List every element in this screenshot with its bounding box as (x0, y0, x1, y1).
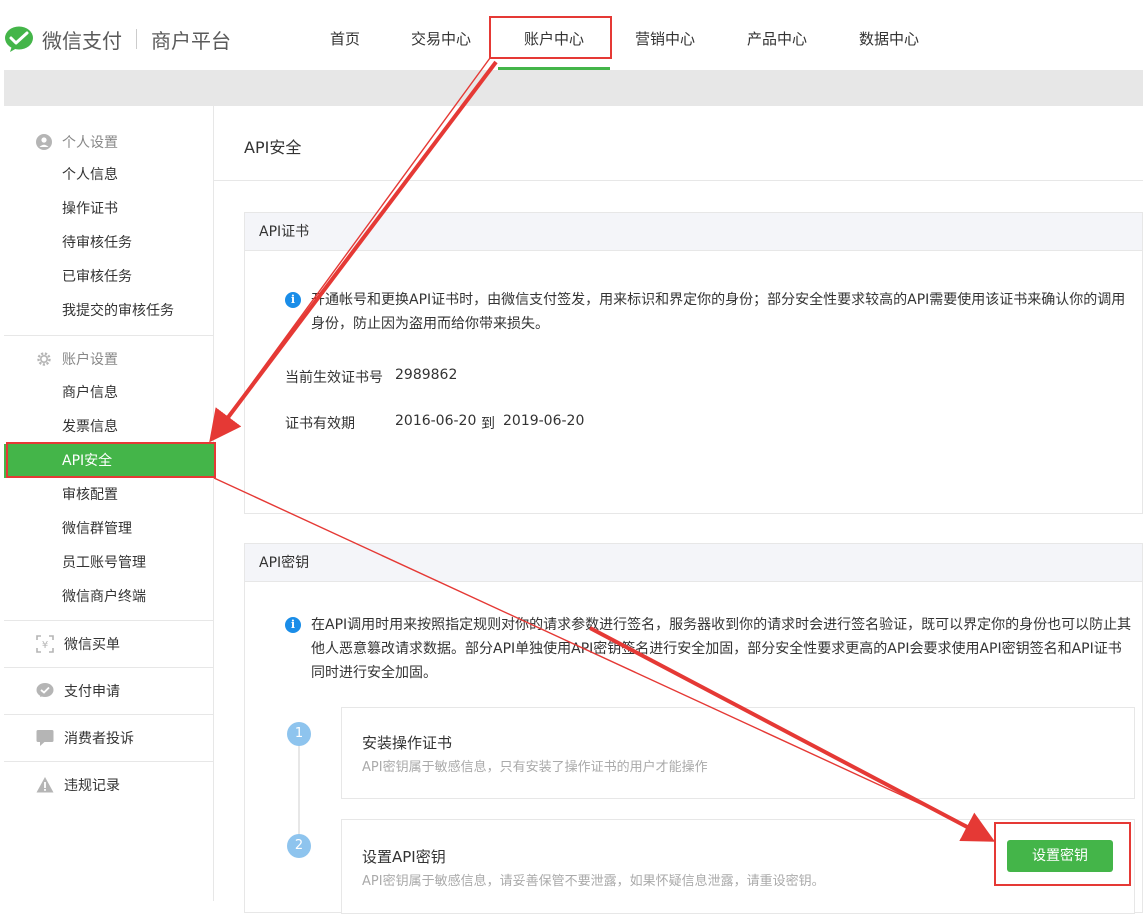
sidebar-group-personal-label: 个人设置 (62, 135, 118, 151)
step-1-card: 安装操作证书 API密钥属于敏感信息，只有安装了操作证书的用户才能操作 (341, 707, 1135, 799)
sidebar-item-review-config[interactable]: 审核配置 (4, 478, 214, 512)
sidebar-divider (4, 620, 214, 621)
sidebar-item-pay-apply[interactable]: 支付申请 (4, 681, 214, 701)
page-title: API安全 (244, 138, 302, 157)
sidebar-item-wechat-buy[interactable]: ¥ 微信买单 (4, 634, 214, 654)
chat-check-icon (36, 683, 54, 697)
svg-text:¥: ¥ (42, 640, 48, 651)
sidebar-item-my-submitted[interactable]: 我提交的审核任务 (4, 294, 214, 328)
sidebar-item-merchant-info[interactable]: 商户信息 (4, 376, 214, 410)
cert-validity-to: 2019-06-20 (503, 413, 585, 429)
sidebar-divider (4, 335, 214, 336)
sidebar-divider (4, 761, 214, 762)
sidebar-item-staff-accounts[interactable]: 员工账号管理 (4, 546, 214, 580)
api-cert-description: 开通帐号和更换API证书时，由微信支付签发，用来标识和界定你的身份；部分安全性要… (311, 288, 1141, 336)
api-cert-panel-title: API证书 (245, 213, 1142, 251)
sidebar-item-operation-cert[interactable]: 操作证书 (4, 192, 214, 226)
api-cert-desc-line2: 身份，防止因为盗用而给你带来损失。 (311, 316, 549, 332)
nav-marketing[interactable]: 营销中心 (624, 0, 706, 70)
sidebar-group-personal: 个人设置 (4, 132, 214, 152)
sidebar-item-wechat-buy-label: 微信买单 (64, 637, 120, 653)
sidebar: 个人设置 个人信息 操作证书 待审核任务 已审核任务 我提交的审核任务 账户设置… (4, 106, 214, 901)
info-icon: i (285, 292, 301, 308)
sidebar-item-personal-info[interactable]: 个人信息 (4, 158, 214, 192)
step-2-title: 设置API密钥 (362, 848, 446, 866)
cert-number-value: 2989862 (395, 367, 458, 383)
step-2-badge: 2 (287, 834, 311, 858)
sidebar-item-complaint[interactable]: 消费者投诉 (4, 728, 214, 748)
sidebar-item-violation[interactable]: 违规记录 (4, 775, 214, 795)
gear-icon (37, 352, 51, 366)
sidebar-item-merchant-terminal[interactable]: 微信商户终端 (4, 580, 214, 614)
highlight-set-key-button (994, 822, 1131, 886)
step-1-badge: 1 (287, 722, 311, 746)
cert-number-label: 当前生效证书号 (285, 370, 383, 386)
brand-name: 微信支付 (42, 28, 122, 53)
message-icon (36, 730, 54, 746)
nav-home[interactable]: 首页 (310, 0, 380, 70)
sidebar-divider (4, 667, 214, 668)
wechat-pay-icon (5, 26, 33, 52)
sidebar-item-reviewed[interactable]: 已审核任务 (4, 260, 214, 294)
highlight-account-center (489, 16, 612, 59)
info-icon: i (285, 617, 301, 633)
sidebar-item-wechat-group[interactable]: 微信群管理 (4, 512, 214, 546)
step-1-title: 安装操作证书 (362, 734, 453, 752)
brand-subtitle: 商户平台 (151, 28, 231, 53)
nav-products[interactable]: 产品中心 (736, 0, 818, 70)
warning-icon (36, 777, 54, 793)
api-key-panel-title: API密钥 (245, 544, 1142, 582)
api-key-description: 在API调用时用来按照指定规则对你的请求参数进行签名，服务器收到你的请求时会进行… (311, 613, 1141, 685)
nav-transactions[interactable]: 交易中心 (400, 0, 482, 70)
scan-icon: ¥ (36, 635, 54, 653)
nav-data[interactable]: 数据中心 (848, 0, 930, 70)
sidebar-group-account: 账户设置 (4, 349, 214, 369)
user-icon (36, 134, 52, 150)
api-key-desc-line1: 在API调用时用来按照指定规则对你的请求参数进行签名，服务器收到你的请求时会进行… (311, 617, 1132, 633)
step-connector (298, 744, 300, 844)
brand-divider (136, 29, 137, 49)
sidebar-divider (4, 714, 214, 715)
sidebar-group-account-label: 账户设置 (62, 352, 118, 368)
sidebar-item-pay-apply-label: 支付申请 (64, 684, 120, 700)
sidebar-item-invoice-info[interactable]: 发票信息 (4, 410, 214, 444)
brand-logo[interactable]: 微信支付 商户平台 (4, 24, 231, 54)
main-content: API安全 API证书 i 开通帐号和更换API证书时，由微信支付签发，用来标识… (214, 106, 1143, 914)
sidebar-item-violation-label: 违规记录 (64, 778, 120, 794)
cert-validity-label: 证书有效期 (285, 416, 355, 432)
sidebar-item-pending-review[interactable]: 待审核任务 (4, 226, 214, 260)
api-cert-desc-line1: 开通帐号和更换API证书时，由微信支付签发，用来标识和界定你的身份；部分安全性要… (311, 292, 1126, 308)
api-cert-panel: API证书 i 开通帐号和更换API证书时，由微信支付签发，用来标识和界定你的身… (244, 212, 1143, 514)
step-1-description: API密钥属于敏感信息，只有安装了操作证书的用户才能操作 (362, 760, 708, 775)
step-2-description: API密钥属于敏感信息，请妥善保管不要泄露，如果怀疑信息泄露，请重设密钥。 (362, 874, 825, 889)
api-key-desc-line3: 同时进行安全加固。 (311, 665, 437, 681)
cert-validity-to-word: 到 (481, 416, 495, 432)
highlight-api-security (6, 442, 216, 478)
cert-validity-from: 2016-06-20 (395, 413, 477, 429)
sidebar-item-complaint-label: 消费者投诉 (64, 731, 134, 747)
api-key-desc-line2: 他人恶意篡改请求数据。部分API单独使用API密钥签名进行安全加固，部分安全性要… (311, 641, 1122, 657)
gray-band (4, 70, 1143, 106)
title-divider (214, 180, 1143, 181)
